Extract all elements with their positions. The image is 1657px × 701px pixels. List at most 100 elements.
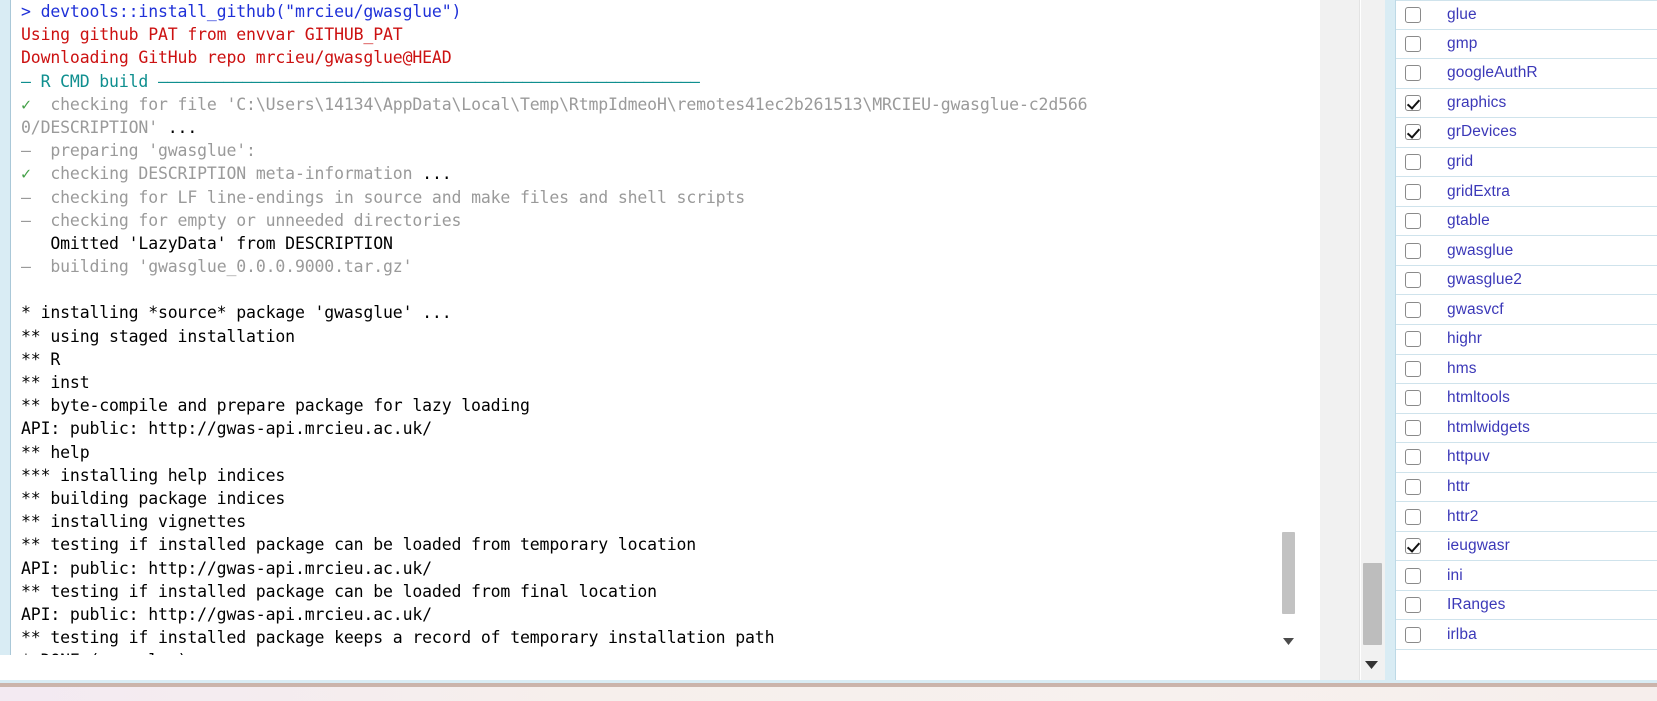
package-checkbox[interactable]	[1405, 301, 1421, 318]
console-line: ** testing if installed package can be l…	[21, 533, 1291, 556]
package-name-link[interactable]: gwasglue2	[1447, 271, 1522, 289]
package-name-link[interactable]: gwasvcf	[1447, 301, 1504, 319]
console-text: ** installing vignettes	[21, 512, 247, 532]
console-line: Downloading GitHub repo mrcieu/gwasglue@…	[21, 46, 1291, 69]
bottom-status-strip	[0, 680, 1657, 701]
package-checkbox[interactable]	[1405, 419, 1421, 436]
package-name-link[interactable]: IRanges	[1447, 596, 1505, 614]
package-checkbox[interactable]	[1405, 213, 1421, 230]
package-checkbox[interactable]	[1405, 626, 1421, 643]
console-pane[interactable]: > devtools::install_github("mrcieu/gwasg…	[0, 0, 1320, 701]
package-name-link[interactable]: grDevices	[1447, 123, 1517, 141]
console-text: > devtools::install_github("mrcieu/gwasg…	[21, 2, 462, 21]
package-checkbox[interactable]	[1405, 65, 1421, 82]
package-name-link[interactable]: hms	[1447, 360, 1477, 378]
package-row[interactable]: ini	[1396, 561, 1657, 591]
package-checkbox[interactable]	[1405, 567, 1421, 584]
console-scroll-region[interactable]: > devtools::install_github("mrcieu/gwasg…	[11, 0, 1291, 655]
console-left-edge	[0, 0, 10, 655]
package-row[interactable]: httr	[1396, 472, 1657, 503]
console-text: preparing 'gwasglue':	[30, 141, 256, 161]
package-row[interactable]: ieugwasr	[1396, 531, 1657, 562]
package-checkbox[interactable]	[1405, 331, 1421, 348]
console-text: * installing *source* package 'gwasglue'…	[21, 303, 452, 323]
rstudio-window: > devtools::install_github("mrcieu/gwasg…	[0, 0, 1657, 701]
package-row[interactable]: graphics	[1396, 88, 1657, 119]
package-name-link[interactable]: httpuv	[1447, 448, 1490, 466]
package-row[interactable]: gtable	[1396, 206, 1657, 237]
package-checkbox[interactable]	[1405, 449, 1421, 466]
package-name-link[interactable]: grid	[1447, 153, 1473, 171]
package-checkbox[interactable]	[1405, 360, 1421, 377]
console-text: ** testing if installed package can be l…	[21, 535, 697, 555]
package-name-link[interactable]: glue	[1447, 6, 1477, 24]
package-name-link[interactable]: gridExtra	[1447, 183, 1510, 201]
chevron-down-icon[interactable]	[1361, 658, 1382, 672]
console-text: ...	[422, 164, 452, 184]
package-row[interactable]: httpuv	[1396, 443, 1657, 473]
package-checkbox[interactable]	[1405, 597, 1421, 614]
package-row[interactable]: highr	[1396, 325, 1657, 355]
package-checkbox[interactable]	[1405, 390, 1421, 407]
package-checkbox[interactable]	[1405, 272, 1421, 289]
package-name-link[interactable]: highr	[1447, 330, 1482, 348]
package-row[interactable]: googleAuthR	[1396, 59, 1657, 89]
console-text: ** help	[21, 442, 90, 462]
package-name-link[interactable]: googleAuthR	[1447, 64, 1538, 82]
console-text: —	[21, 187, 31, 207]
package-row[interactable]: irlba	[1396, 620, 1657, 651]
console-line: API: public: http://gwas-api.mrcieu.ac.u…	[21, 603, 1291, 626]
packages-list[interactable]: glue gmp googleAuthR graphics grDevices grid g…	[1395, 0, 1657, 680]
package-checkbox[interactable]	[1405, 242, 1421, 259]
package-checkbox[interactable]	[1405, 479, 1421, 496]
console-line: ** byte-compile and prepare package for …	[21, 394, 1291, 417]
package-name-link[interactable]: httr2	[1447, 508, 1479, 526]
package-name-link[interactable]: ini	[1447, 567, 1463, 585]
chevron-down-icon[interactable]	[1280, 633, 1297, 649]
package-name-link[interactable]: graphics	[1447, 94, 1506, 112]
package-row[interactable]: grid	[1396, 147, 1657, 178]
packages-vertical-scrollbar[interactable]	[1361, 0, 1385, 680]
console-text: Using github PAT from envvar GITHUB_PAT	[21, 25, 403, 45]
package-row[interactable]: grDevices	[1396, 118, 1657, 148]
package-name-link[interactable]: irlba	[1447, 626, 1477, 644]
packages-scrollbar-thumb[interactable]	[1363, 563, 1382, 645]
package-row[interactable]: gwasglue	[1396, 236, 1657, 266]
console-text: ...	[167, 117, 198, 137]
package-row[interactable]: htmltools	[1396, 384, 1657, 414]
package-checkbox[interactable]	[1405, 6, 1421, 23]
package-row[interactable]: gwasglue2	[1396, 265, 1657, 296]
package-row[interactable]: gwasvcf	[1396, 295, 1657, 326]
console-line: *** installing help indices	[21, 464, 1291, 487]
package-row[interactable]: IRanges	[1396, 590, 1657, 621]
console-line: — checking for empty or unneeded directo…	[21, 209, 1291, 232]
console-vertical-scrollbar[interactable]	[1280, 0, 1297, 655]
console-line: ** testing if installed package can be l…	[21, 580, 1291, 603]
console-line: — R CMD build ——————————————————————————…	[21, 70, 1291, 93]
package-checkbox[interactable]	[1405, 508, 1421, 525]
package-name-link[interactable]: htmltools	[1447, 389, 1510, 407]
package-checkbox[interactable]	[1405, 183, 1421, 200]
package-checkbox-checked[interactable]	[1405, 124, 1421, 141]
package-name-link[interactable]: gmp	[1447, 35, 1477, 53]
package-name-link[interactable]: htmlwidgets	[1447, 419, 1530, 437]
package-checkbox[interactable]	[1405, 154, 1421, 170]
package-name-link[interactable]: gtable	[1447, 212, 1490, 230]
package-row[interactable]: gridExtra	[1396, 177, 1657, 207]
console-line: ** testing if installed package keeps a …	[21, 626, 1291, 649]
packages-pane[interactable]: glue gmp googleAuthR graphics grDevices grid g…	[1320, 0, 1657, 701]
console-line: Omitted 'LazyData' from DESCRIPTION	[21, 232, 1291, 255]
package-row[interactable]: gmp	[1396, 29, 1657, 60]
package-name-link[interactable]: ieugwasr	[1447, 537, 1510, 555]
console-text: —	[21, 141, 31, 161]
console-scrollbar-thumb[interactable]	[1282, 532, 1295, 614]
package-name-link[interactable]: httr	[1447, 478, 1470, 496]
package-checkbox-checked[interactable]	[1405, 94, 1421, 111]
package-name-link[interactable]: gwasglue	[1447, 242, 1513, 260]
package-row[interactable]: hms	[1396, 354, 1657, 385]
package-checkbox-checked[interactable]	[1405, 538, 1421, 555]
package-row[interactable]: httr2	[1396, 502, 1657, 532]
package-row[interactable]: glue	[1396, 0, 1657, 30]
package-checkbox[interactable]	[1405, 35, 1421, 52]
package-row[interactable]: htmlwidgets	[1396, 413, 1657, 444]
